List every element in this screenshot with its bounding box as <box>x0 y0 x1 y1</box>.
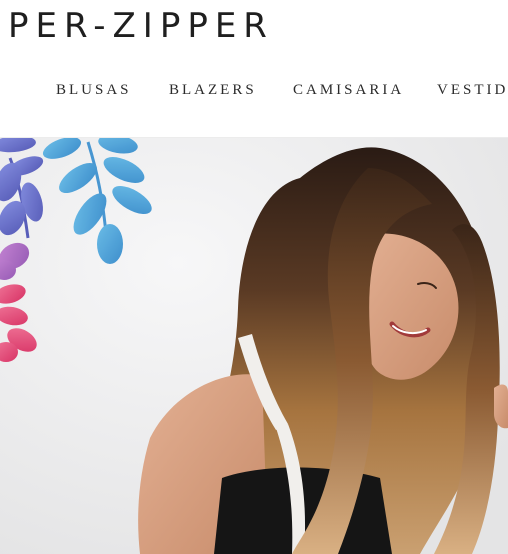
nav-item-camisaria[interactable]: CAMISARIA <box>293 82 404 99</box>
hero-banner[interactable] <box>0 138 508 554</box>
site-logo[interactable]: PER-ZIPPER <box>8 4 274 48</box>
nav-item-vestido[interactable]: VESTIDO <box>437 82 508 99</box>
page: PER-ZIPPER BLUSAS BLAZERS CAMISARIA VEST… <box>0 0 508 554</box>
nav-item-blusas[interactable]: BLUSAS <box>56 82 132 99</box>
nav-item-blazers[interactable]: BLAZERS <box>169 82 257 99</box>
hero-image <box>0 138 508 554</box>
main-nav: BLUSAS BLAZERS CAMISARIA VESTIDO <box>0 82 508 106</box>
site-header: PER-ZIPPER BLUSAS BLAZERS CAMISARIA VEST… <box>0 0 508 138</box>
